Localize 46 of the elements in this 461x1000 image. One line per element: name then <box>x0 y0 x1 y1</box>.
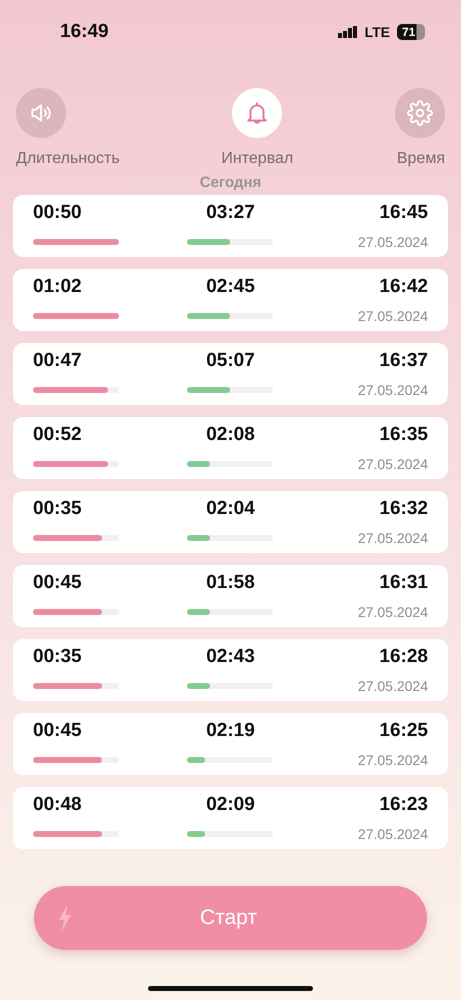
time-value: 16:42 <box>379 276 428 298</box>
duration-value: 00:35 <box>33 646 82 668</box>
interval-value: 02:45 <box>206 276 255 298</box>
time-value: 16:37 <box>379 350 428 372</box>
interval-value: 02:09 <box>206 794 255 816</box>
time-value: 16:23 <box>379 794 428 816</box>
section-title: Сегодня <box>198 174 262 191</box>
date-value: 27.05.2024 <box>358 604 428 620</box>
tab[interactable]: Длительность <box>16 88 120 168</box>
network-label: LTE <box>364 24 390 40</box>
duration-value: 00:45 <box>33 720 82 742</box>
duration-value: 00:47 <box>33 350 82 372</box>
signal-icon <box>338 26 358 38</box>
settings-icon <box>406 100 433 126</box>
interval-value: 02:04 <box>206 498 255 520</box>
date-value: 27.05.2024 <box>358 308 428 324</box>
interval-value: 05:07 <box>206 350 255 372</box>
duration-value: 00:50 <box>33 202 82 224</box>
battery-indicator: 71 <box>397 24 425 40</box>
interval-value: 02:19 <box>206 720 255 742</box>
status-time: 16:49 <box>60 21 109 43</box>
duration-value: 00:35 <box>33 498 82 520</box>
interval-value: 02:08 <box>206 424 255 446</box>
date-value: 27.05.2024 <box>358 382 428 398</box>
time-value: 16:45 <box>379 202 428 224</box>
date-value: 27.05.2024 <box>358 456 428 472</box>
date-value: 27.05.2024 <box>358 530 428 546</box>
time-value: 16:25 <box>379 720 428 742</box>
interval-value: 03:27 <box>206 202 255 224</box>
duration-value: 00:48 <box>33 794 82 816</box>
tab[interactable]: Интервал <box>221 88 294 168</box>
duration-value: 00:52 <box>33 424 82 446</box>
duration-value: 00:45 <box>33 572 82 594</box>
time-value: 16:32 <box>379 498 428 520</box>
lightning-icon <box>58 905 72 931</box>
date-value: 27.05.2024 <box>358 234 428 250</box>
interval-value: 02:43 <box>206 646 255 668</box>
date-value: 27.05.2024 <box>358 752 428 768</box>
date-value: 27.05.2024 <box>358 826 428 842</box>
time-value: 16:35 <box>379 424 428 446</box>
interval-value: 01:58 <box>206 572 255 594</box>
start-button[interactable]: Старт <box>34 886 427 950</box>
duration-value: 01:02 <box>33 276 82 298</box>
time-value: 16:28 <box>379 646 428 668</box>
date-value: 27.05.2024 <box>358 678 428 694</box>
time-value: 16:31 <box>379 572 428 594</box>
